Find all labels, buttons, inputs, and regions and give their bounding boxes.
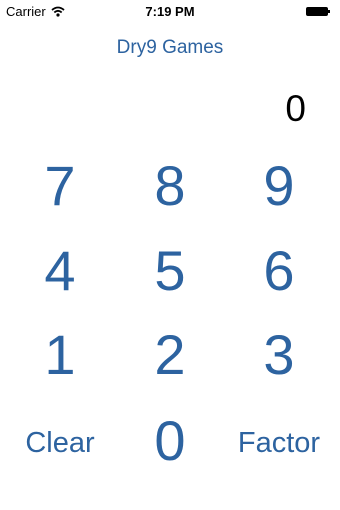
key-7[interactable]: 7: [5, 158, 115, 214]
key-1[interactable]: 1: [5, 327, 115, 383]
key-4[interactable]: 4: [5, 243, 115, 299]
clear-button[interactable]: Clear: [5, 429, 115, 458]
key-0[interactable]: 0: [115, 413, 225, 469]
key-8[interactable]: 8: [115, 158, 225, 214]
app-title: Dry9 Games: [116, 37, 224, 58]
status-bar: Carrier 7:19 PM: [0, 0, 340, 22]
result-display: 0: [285, 88, 306, 129]
key-3[interactable]: 3: [224, 327, 334, 383]
battery-icon: [306, 7, 330, 16]
status-time: 7:19 PM: [145, 4, 195, 19]
factor-button[interactable]: Factor: [224, 429, 334, 458]
key-6[interactable]: 6: [224, 243, 334, 299]
key-9[interactable]: 9: [224, 158, 334, 214]
key-2[interactable]: 2: [115, 327, 225, 383]
key-5[interactable]: 5: [115, 243, 225, 299]
